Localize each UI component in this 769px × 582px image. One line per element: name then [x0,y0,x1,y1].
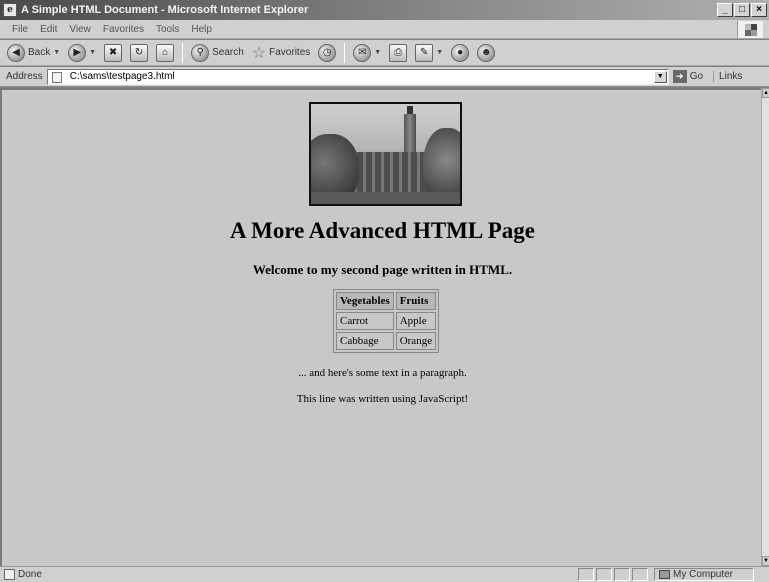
back-dropdown-icon[interactable]: ▼ [53,49,60,56]
table-header: Fruits [395,292,437,310]
my-computer-icon [659,570,670,579]
status-pane [578,568,594,581]
table-cell: Cabbage [336,332,394,350]
table-header-row: Vegetables Fruits [336,292,437,310]
page-icon [51,71,62,83]
search-button[interactable]: ⚲ Search [188,42,247,64]
table-cell: Apple [395,312,437,330]
forward-arrow-icon: ▶ [68,43,87,62]
scroll-down-arrow-icon[interactable]: ▼ [762,556,769,566]
search-icon: ⚲ [191,43,210,62]
favorites-star-icon: ☆ [251,44,267,62]
forward-button[interactable]: ▶ ▼ [65,42,99,64]
address-field: ▼ [46,68,669,85]
favorites-label: Favorites [269,47,311,58]
javascript-text: This line was written using JavaScript! [296,393,469,405]
edit-button[interactable]: ✎ ▼ [412,42,446,64]
mail-dropdown-icon[interactable]: ▼ [374,49,381,56]
status-text: Done [18,569,42,580]
produce-table: Vegetables Fruits Carrot Apple Cabbage O… [333,289,440,353]
scroll-up-arrow-icon[interactable]: ▲ [762,88,769,98]
history-button[interactable]: ◷ [315,42,339,64]
minimize-button[interactable]: _ [717,3,733,17]
page-subheading: Welcome to my second page written in HTM… [252,262,513,277]
go-button[interactable]: ➜ Go [672,70,704,83]
status-pane [596,568,612,581]
print-icon: ⎙ [389,43,408,62]
status-pane [614,568,630,581]
forward-dropdown-icon[interactable]: ▼ [89,49,96,56]
edit-icon: ✎ [415,43,434,62]
menu-help[interactable]: Help [185,24,218,35]
home-button[interactable]: ⌂ [153,42,177,64]
refresh-button[interactable]: ↻ [127,42,151,64]
stop-icon: ✖ [104,43,123,62]
table-cell: Orange [395,332,437,350]
links-button[interactable]: Links [713,71,742,82]
address-bar: Address ▼ ➜ Go Links [0,67,769,87]
back-label: Back [28,47,51,58]
refresh-icon: ↻ [130,43,149,62]
vertical-scrollbar[interactable]: ▲ ▼ [761,88,769,566]
mail-icon: ✉ [353,43,372,62]
mail-button[interactable]: ✉ ▼ [350,42,384,64]
stop-button[interactable]: ✖ [101,42,125,64]
table-cell: Carrot [336,312,394,330]
home-icon: ⌂ [156,43,175,62]
menu-file[interactable]: File [6,24,34,35]
history-icon: ◷ [318,43,337,62]
messenger-button[interactable]: ☻ [474,42,498,64]
edit-dropdown-icon[interactable]: ▼ [436,49,443,56]
paragraph-text: ... and here's some text in a paragraph. [298,367,467,379]
address-input[interactable] [47,71,648,82]
window-title: A Simple HTML Document - Microsoft Inter… [21,4,309,16]
table-row: Carrot Apple [336,312,437,330]
address-label: Address [6,71,43,82]
close-button[interactable]: × [751,3,767,17]
security-zone: My Computer [654,568,754,581]
status-panes [578,568,648,581]
address-dropdown-icon[interactable]: ▼ [653,70,667,83]
discuss-icon: ● [451,43,470,62]
table-header: Vegetables [336,292,394,310]
standard-toolbar: ◀ Back ▼ ▶ ▼ ✖ ↻ ⌂ ⚲ Search ☆ Favorites … [0,40,769,66]
go-label: Go [689,71,704,82]
search-label: Search [212,47,244,58]
cathedral-photo [309,102,462,206]
page-done-icon [4,569,15,580]
messenger-icon: ☻ [477,43,496,62]
windows-logo-icon [737,21,763,38]
window-controls: _ □ × [717,3,767,17]
ie-app-icon: e [3,3,17,17]
back-arrow-icon: ◀ [7,43,25,62]
menu-tools[interactable]: Tools [150,24,185,35]
menu-edit[interactable]: Edit [34,24,63,35]
zone-label: My Computer [673,569,734,580]
toolbar-separator [344,42,346,63]
status-bar: Done My Computer [0,566,769,582]
print-button[interactable]: ⎙ [386,42,410,64]
menu-favorites[interactable]: Favorites [97,24,150,35]
title-bar: e A Simple HTML Document - Microsoft Int… [0,0,769,20]
page-heading: A More Advanced HTML Page [230,218,535,243]
status-pane [632,568,648,581]
discuss-button[interactable]: ● [448,42,472,64]
menu-bar: File Edit View Favorites Tools Help [0,20,769,39]
go-arrow-icon: ➜ [672,70,687,83]
menu-view[interactable]: View [63,24,97,35]
toolbar-separator [182,42,184,63]
page-content: A More Advanced HTML Page Welcome to my … [0,88,761,566]
maximize-button[interactable]: □ [734,3,750,17]
table-row: Cabbage Orange [336,332,437,350]
favorites-button[interactable]: ☆ Favorites [249,42,313,64]
back-button[interactable]: ◀ Back ▼ [4,42,63,64]
